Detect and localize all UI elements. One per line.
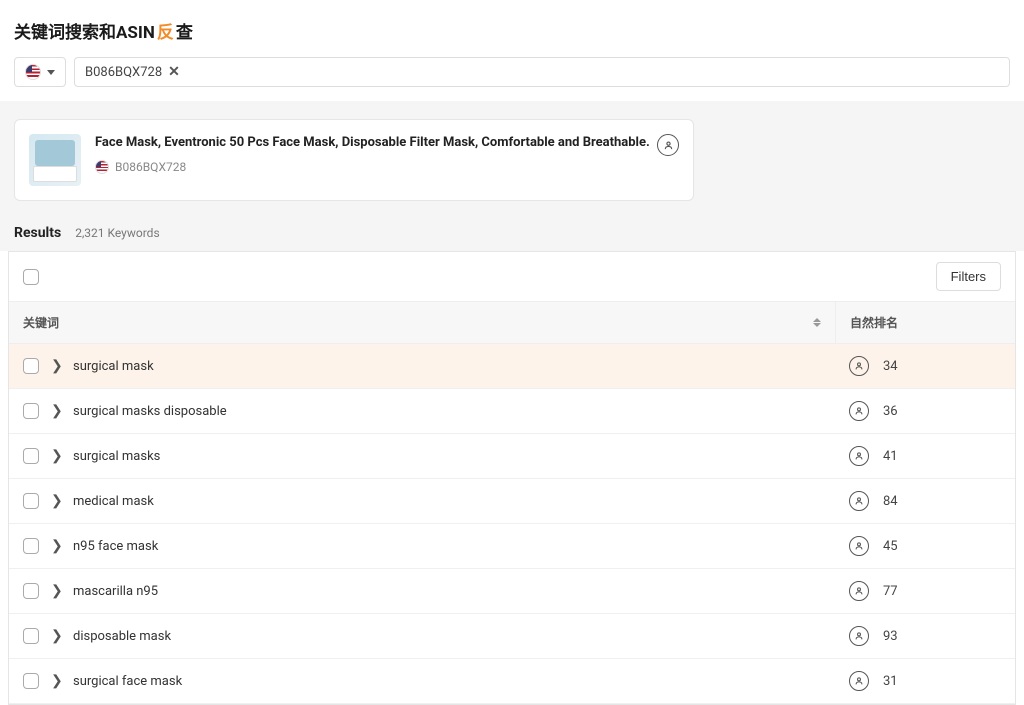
flag-us-icon — [25, 64, 41, 80]
title-pre: 关键词搜索和ASIN — [14, 18, 155, 43]
rank-value: 84 — [883, 494, 898, 509]
person-icon — [849, 491, 869, 511]
chevron-right-icon[interactable]: ❯ — [51, 403, 61, 419]
row-checkbox[interactable] — [23, 583, 39, 599]
asin-chip: B086BQX728 ✕ — [85, 64, 180, 80]
product-asin: B086BQX728 — [95, 160, 679, 174]
cell-keyword: ❯ medical mask — [9, 479, 835, 523]
title-highlight: 反 — [157, 18, 174, 43]
cell-rank: 31 — [835, 659, 1015, 703]
flag-us-icon — [95, 160, 109, 174]
table-row[interactable]: ❯ surgical masks 41 — [9, 434, 1015, 479]
rank-value: 31 — [883, 674, 898, 689]
cell-keyword: ❯ surgical masks — [9, 434, 835, 478]
page-title: 关键词搜索和ASIN反查 — [14, 18, 1010, 43]
person-icon — [663, 140, 674, 151]
filters-button[interactable]: Filters — [936, 262, 1001, 291]
cell-keyword: ❯ surgical mask — [9, 344, 835, 388]
results-count: 2,321 Keywords — [75, 226, 159, 240]
search-input[interactable]: B086BQX728 ✕ — [74, 57, 1010, 87]
chip-remove-icon[interactable]: ✕ — [168, 64, 180, 80]
person-icon — [849, 401, 869, 421]
rank-value: 36 — [883, 404, 898, 419]
chevron-right-icon[interactable]: ❯ — [51, 628, 61, 644]
country-selector[interactable] — [14, 57, 66, 87]
keyword-text: surgical masks — [73, 449, 160, 464]
cell-rank: 34 — [835, 344, 1015, 388]
rank-value: 34 — [883, 359, 898, 374]
chevron-right-icon[interactable]: ❯ — [51, 358, 61, 374]
title-post: 查 — [176, 18, 193, 43]
search-bar: B086BQX728 ✕ — [14, 57, 1010, 87]
chevron-right-icon[interactable]: ❯ — [51, 538, 61, 554]
rank-value: 77 — [883, 584, 898, 599]
select-all-checkbox[interactable] — [23, 269, 39, 285]
keyword-text: mascarilla n95 — [73, 584, 158, 599]
person-icon — [849, 536, 869, 556]
cell-keyword: ❯ surgical face mask — [9, 659, 835, 703]
row-checkbox[interactable] — [23, 538, 39, 554]
person-icon — [849, 671, 869, 691]
person-icon — [849, 356, 869, 376]
keyword-text: n95 face mask — [73, 539, 158, 554]
cell-keyword: ❯ n95 face mask — [9, 524, 835, 568]
table-row[interactable]: ❯ n95 face mask 45 — [9, 524, 1015, 569]
product-card: Face Mask, Eventronic 50 Pcs Face Mask, … — [14, 119, 694, 201]
chevron-down-icon — [47, 70, 55, 75]
cell-keyword: ❯ surgical masks disposable — [9, 389, 835, 433]
asin-chip-text: B086BQX728 — [85, 65, 162, 80]
keyword-text: surgical mask — [73, 359, 154, 374]
table-row[interactable]: ❯ surgical face mask 31 — [9, 659, 1015, 704]
keyword-text: medical mask — [73, 494, 154, 509]
row-checkbox[interactable] — [23, 628, 39, 644]
cell-keyword: ❯ disposable mask — [9, 614, 835, 658]
person-icon — [849, 626, 869, 646]
chevron-right-icon[interactable]: ❯ — [51, 583, 61, 599]
column-keyword-label: 关键词 — [23, 314, 59, 331]
results-label: Results — [14, 225, 61, 241]
cell-rank: 45 — [835, 524, 1015, 568]
rank-value: 41 — [883, 449, 898, 464]
product-asin-text: B086BQX728 — [115, 160, 186, 174]
cell-rank: 84 — [835, 479, 1015, 523]
chevron-right-icon[interactable]: ❯ — [51, 448, 61, 464]
chevron-right-icon[interactable]: ❯ — [51, 493, 61, 509]
sort-icon[interactable] — [813, 318, 821, 327]
keyword-text: surgical face mask — [73, 674, 182, 689]
column-keyword[interactable]: 关键词 — [9, 302, 835, 343]
chevron-right-icon[interactable]: ❯ — [51, 673, 61, 689]
row-checkbox[interactable] — [23, 673, 39, 689]
table-row[interactable]: ❯ surgical mask 34 — [9, 344, 1015, 389]
table-toolbar: Filters — [9, 252, 1015, 302]
cell-rank: 77 — [835, 569, 1015, 613]
rank-value: 45 — [883, 539, 898, 554]
cell-rank: 93 — [835, 614, 1015, 658]
product-thumbnail — [29, 134, 81, 186]
keyword-text: surgical masks disposable — [73, 404, 227, 419]
column-rank[interactable]: 自然排名 — [835, 302, 1015, 343]
table-row[interactable]: ❯ disposable mask 93 — [9, 614, 1015, 659]
table-row[interactable]: ❯ mascarilla n95 77 — [9, 569, 1015, 614]
column-rank-label: 自然排名 — [850, 314, 898, 331]
keyword-text: disposable mask — [73, 629, 171, 644]
row-checkbox[interactable] — [23, 358, 39, 374]
table-row[interactable]: ❯ surgical masks disposable 36 — [9, 389, 1015, 434]
user-action-button[interactable] — [657, 134, 679, 156]
results-header: Results 2,321 Keywords — [0, 215, 1024, 251]
rank-value: 93 — [883, 629, 898, 644]
results-table: Filters 关键词 自然排名 ❯ surgical mask 34 ❯ surgic… — [8, 251, 1016, 705]
table-row[interactable]: ❯ medical mask 84 — [9, 479, 1015, 524]
cell-rank: 36 — [835, 389, 1015, 433]
person-icon — [849, 581, 869, 601]
cell-rank: 41 — [835, 434, 1015, 478]
product-title: Face Mask, Eventronic 50 Pcs Face Mask, … — [95, 134, 679, 152]
table-header: 关键词 自然排名 — [9, 302, 1015, 344]
row-checkbox[interactable] — [23, 403, 39, 419]
row-checkbox[interactable] — [23, 493, 39, 509]
row-checkbox[interactable] — [23, 448, 39, 464]
cell-keyword: ❯ mascarilla n95 — [9, 569, 835, 613]
person-icon — [849, 446, 869, 466]
